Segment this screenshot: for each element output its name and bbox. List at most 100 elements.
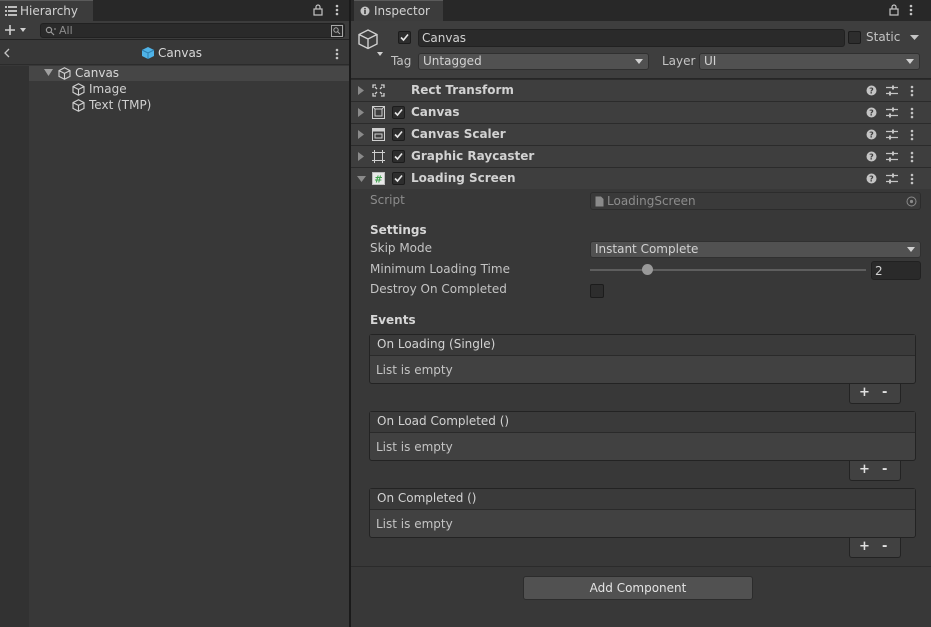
gameobject-name-value: Canvas — [422, 31, 467, 45]
component-rect-transform[interactable]: Rect Transform ? — [351, 79, 931, 101]
static-dropdown-arrow-icon[interactable] — [910, 35, 919, 41]
component-title: Loading Screen — [411, 171, 516, 185]
svg-text:?: ? — [869, 87, 874, 96]
layer-dropdown-value: UI — [704, 54, 717, 68]
component-loading-screen[interactable]: # Loading Screen ? — [351, 167, 931, 189]
min-loading-time-input[interactable]: 2 — [871, 261, 921, 280]
svg-text:?: ? — [869, 175, 874, 184]
search-placeholder: All — [59, 24, 73, 37]
component-enabled-checkbox[interactable] — [392, 172, 405, 185]
tree-item-text-tmp[interactable]: Text (TMP) — [29, 98, 349, 113]
help-icon[interactable]: ? — [866, 85, 877, 96]
tag-label: Tag — [391, 54, 412, 68]
foldout-down-icon[interactable] — [357, 176, 366, 182]
help-icon[interactable]: ? — [866, 129, 877, 140]
component-enabled-checkbox[interactable] — [392, 128, 405, 141]
event-add-button[interactable]: + — [859, 462, 870, 477]
tab-inspector[interactable]: Inspector — [354, 0, 443, 21]
scene-title: Canvas — [158, 46, 203, 60]
event-remove-button[interactable]: - — [882, 385, 887, 400]
inspector-lock-icon[interactable] — [889, 4, 899, 16]
expand-arrow-icon[interactable] — [44, 69, 53, 77]
tree-item-image[interactable]: Image — [29, 82, 349, 97]
back-chevron-icon[interactable] — [4, 48, 10, 58]
script-icon: # — [372, 172, 385, 185]
destroy-on-completed-label: Destroy On Completed — [370, 282, 507, 296]
presets-icon[interactable] — [886, 85, 898, 96]
gameobject-name-input[interactable]: Canvas — [418, 29, 845, 47]
active-checkbox[interactable] — [398, 31, 411, 44]
help-icon[interactable]: ? — [866, 107, 877, 118]
events-header: Events — [370, 313, 416, 327]
event-title: On Loading (Single) — [370, 335, 915, 356]
presets-icon[interactable] — [886, 151, 898, 162]
component-menu-icon[interactable] — [910, 107, 914, 119]
tag-dropdown[interactable]: Untagged — [418, 53, 649, 70]
hierarchy-search-input[interactable]: All — [40, 23, 345, 38]
tree-item-label: Canvas — [75, 66, 120, 80]
presets-icon[interactable] — [886, 173, 898, 184]
foldout-right-icon[interactable] — [358, 130, 364, 139]
scene-options-icon[interactable] — [335, 48, 339, 60]
svg-text:?: ? — [869, 131, 874, 140]
gameobject-large-icon[interactable] — [357, 28, 387, 58]
component-enabled-checkbox[interactable] — [392, 150, 405, 163]
event-add-remove: + - — [849, 538, 901, 558]
component-title: Graphic Raycaster — [411, 149, 535, 163]
event-add-button[interactable]: + — [859, 539, 870, 554]
tab-hierarchy[interactable]: Hierarchy — [0, 0, 93, 21]
presets-icon[interactable] — [886, 107, 898, 118]
svg-text:#: # — [374, 175, 382, 186]
event-add-button[interactable]: + — [859, 385, 870, 400]
inspector-more-icon[interactable] — [909, 4, 913, 16]
component-menu-icon[interactable] — [910, 129, 914, 141]
component-title: Rect Transform — [411, 83, 514, 97]
foldout-right-icon[interactable] — [358, 108, 364, 117]
presets-icon[interactable] — [886, 129, 898, 140]
component-canvas-scaler[interactable]: Canvas Scaler ? — [351, 123, 931, 145]
help-icon[interactable]: ? — [866, 173, 877, 184]
graphic-raycaster-icon — [372, 150, 385, 163]
event-remove-button[interactable]: - — [882, 462, 887, 477]
script-field: LoadingScreen — [590, 192, 921, 210]
object-picker-icon[interactable] — [906, 196, 917, 207]
foldout-right-icon[interactable] — [358, 152, 364, 161]
event-title: On Load Completed () — [370, 412, 915, 433]
event-title: On Completed () — [370, 489, 915, 510]
svg-text:?: ? — [869, 153, 874, 162]
create-plus-icon[interactable] — [4, 24, 28, 36]
event-on-load-completed: On Load Completed () List is empty — [369, 411, 916, 461]
event-on-loading: On Loading (Single) List is empty — [369, 334, 916, 384]
more-options-icon[interactable] — [335, 4, 339, 16]
component-title: Canvas — [411, 105, 460, 119]
skip-mode-dropdown[interactable]: Instant Complete — [590, 241, 921, 258]
tree-item-label: Text (TMP) — [89, 98, 152, 112]
destroy-on-completed-checkbox[interactable] — [590, 284, 604, 298]
component-menu-icon[interactable] — [910, 85, 914, 97]
rect-transform-icon — [372, 84, 385, 97]
component-enabled-checkbox[interactable] — [392, 106, 405, 119]
static-checkbox[interactable] — [848, 31, 861, 44]
add-component-button[interactable]: Add Component — [523, 576, 753, 600]
component-menu-icon[interactable] — [910, 151, 914, 163]
search-by-type-icon[interactable] — [331, 25, 343, 37]
foldout-right-icon[interactable] — [358, 86, 364, 95]
script-file-icon — [595, 196, 604, 207]
layer-label: Layer — [662, 54, 696, 68]
tag-dropdown-value: Untagged — [423, 54, 482, 68]
component-canvas[interactable]: Canvas ? — [351, 101, 931, 123]
event-remove-button[interactable]: - — [882, 539, 887, 554]
gameobject-icon — [58, 67, 71, 80]
tree-item-canvas[interactable]: Canvas — [29, 66, 349, 81]
static-label: Static — [866, 30, 901, 44]
component-menu-icon[interactable] — [910, 173, 914, 185]
component-graphic-raycaster[interactable]: Graphic Raycaster ? — [351, 145, 931, 167]
help-icon[interactable]: ? — [866, 151, 877, 162]
layer-dropdown[interactable]: UI — [699, 53, 920, 70]
event-empty-text: List is empty — [376, 440, 453, 454]
event-empty-text: List is empty — [376, 363, 453, 377]
min-loading-time-slider-track[interactable] — [590, 269, 866, 271]
script-label: Script — [370, 193, 405, 207]
lock-icon[interactable] — [313, 4, 323, 16]
event-empty-text: List is empty — [376, 517, 453, 531]
